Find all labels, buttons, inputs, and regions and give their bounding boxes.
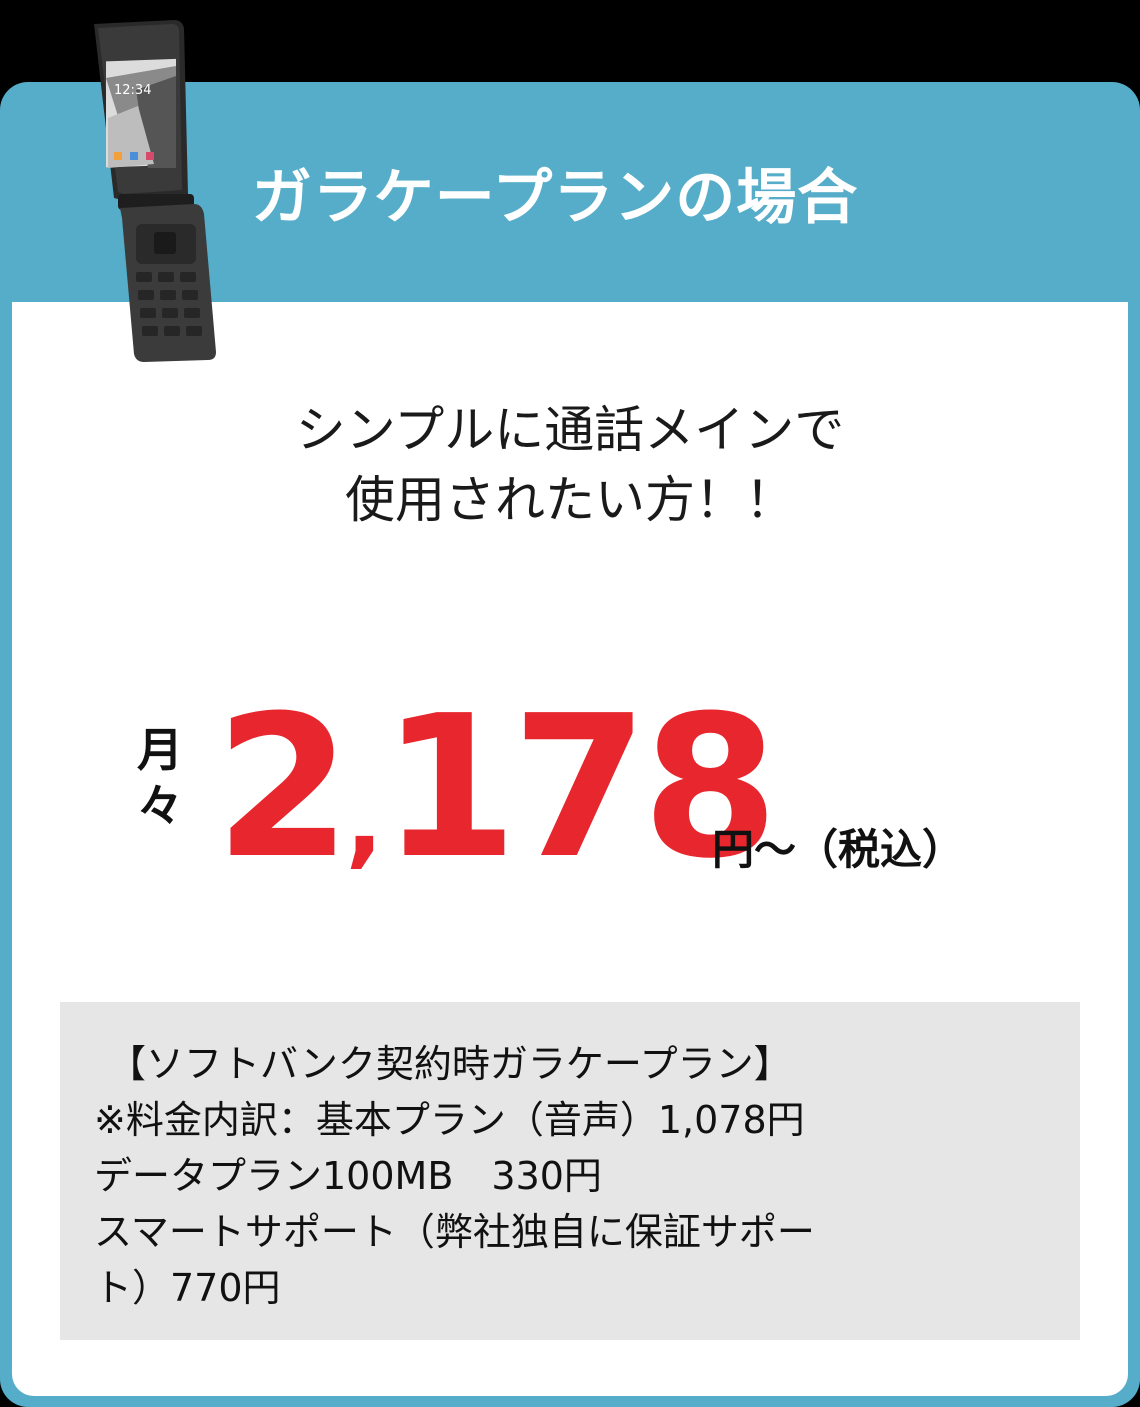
phone-clock: 12:34 (114, 83, 151, 98)
detail-text: 【ソフトバンク契約時ガラケープラン】 ※料金内訳：基本プラン（音声）1,078円… (94, 1036, 1054, 1316)
price-prefix-line1: 月 (137, 723, 183, 777)
price-amount-head: 2 (215, 674, 351, 902)
detail-line: データプラン100MB 330円 (94, 1154, 602, 1198)
flip-phone-image: 12:34 (94, 20, 216, 362)
header-title: ガラケープランの場合 (251, 162, 859, 233)
detail-line: スマートサポート（弊社独自に保証サポー (94, 1210, 815, 1254)
detail-line: 【ソフトバンク契約時ガラケープラン】 (108, 1042, 792, 1086)
detail-line: ト）770円 (94, 1266, 281, 1310)
price-prefix: 月 々 (130, 722, 190, 834)
price-amount-comma: , (345, 762, 383, 879)
tagline: シンプルに通話メインで 使用されたい方！！ (0, 395, 1140, 535)
tagline-line2: 使用されたい方！！ (345, 471, 795, 529)
tagline-line1: シンプルに通話メインで (295, 401, 845, 459)
price-prefix-line2: 々 (137, 779, 183, 833)
detail-line: ※料金内訳：基本プラン（音声）1,078円 (94, 1098, 805, 1142)
price-unit: 円〜（税込） (712, 825, 965, 874)
price-amount: 2,178 (215, 688, 779, 921)
